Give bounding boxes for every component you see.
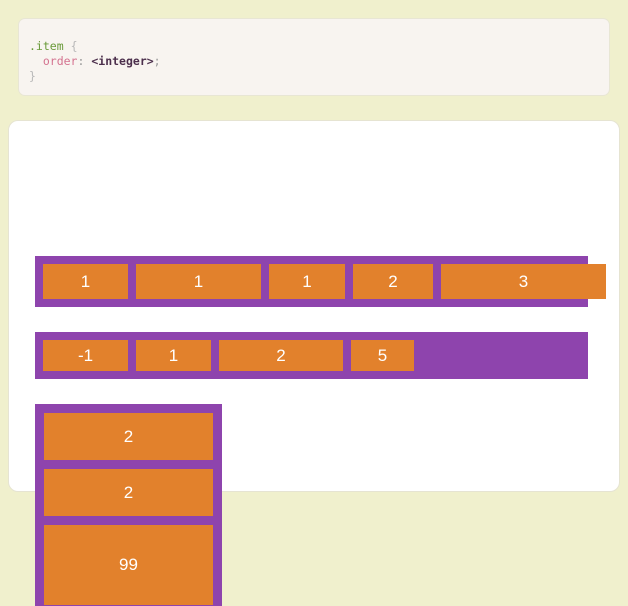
css-semicolon: ; [153,54,161,68]
css-selector: .item [29,39,64,53]
order-demo-row-two-container: -1 1 2 5 [35,332,588,379]
css-open-brace: { [70,39,78,53]
css-close-brace: } [29,69,36,83]
css-code-text: .item { order: <integer>; } [19,19,609,84]
flex-item[interactable]: 99 [44,525,213,605]
flex-item[interactable]: 1 [43,264,128,299]
order-demo-column-container: 2 2 99 [35,404,222,606]
css-property: order [42,54,78,68]
css-colon: : [77,54,85,68]
css-code-block: .item { order: <integer>; } [18,18,610,96]
flex-item[interactable]: 1 [136,264,261,299]
flex-item[interactable]: -1 [43,340,128,371]
flex-item[interactable]: 2 [219,340,343,371]
order-demo-row-one-container: 1 1 1 2 3 [35,256,606,307]
flex-item[interactable]: 2 [44,413,213,460]
flex-item[interactable]: 1 [269,264,345,299]
flex-item[interactable]: 3 [441,264,606,299]
css-value: <integer> [91,54,154,68]
flex-item[interactable]: 2 [44,469,213,516]
flex-item[interactable]: 5 [351,340,414,371]
flex-item[interactable]: 1 [136,340,211,371]
flex-item[interactable]: 2 [353,264,433,299]
demo-panel: 1 1 1 2 3 -1 1 2 5 2 2 99 [8,120,620,606]
